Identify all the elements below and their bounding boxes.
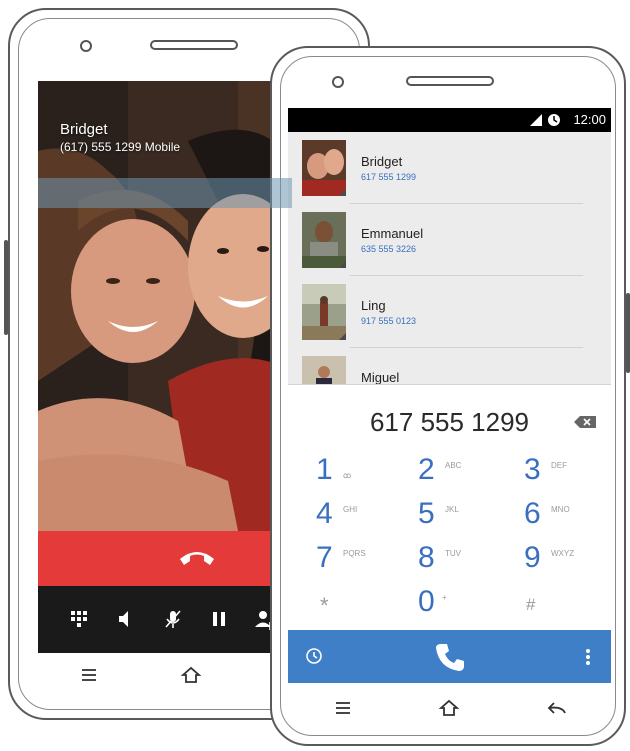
dialer-screen: 12:00 Bridget 617 555 1299 Emmanuel 635 … (288, 108, 611, 683)
caller-info-bar (38, 178, 292, 208)
in-call-screen: Bridget (617) 555 1299 Mobile (38, 81, 292, 653)
contact-phone: 617 555 1299 (361, 172, 417, 182)
key-letters: MNO (551, 505, 570, 514)
key-7[interactable]: 7 PQRS (316, 541, 406, 583)
front-camera (80, 40, 92, 52)
contact-photo (302, 284, 346, 340)
end-call-button[interactable] (38, 531, 292, 586)
contact-item[interactable]: Emmanuel 635 555 3226 (288, 204, 611, 276)
contact-name: Emmanuel (361, 226, 424, 241)
clock: 12:00 (573, 112, 606, 127)
key-digit: 4 (316, 497, 333, 530)
caller-info: Bridget (617) 555 1299 Mobile (60, 121, 180, 154)
menu-nav-icon[interactable] (332, 698, 354, 718)
call-button[interactable] (433, 640, 467, 674)
speaker-icon[interactable] (113, 608, 135, 630)
overflow-menu-icon[interactable] (585, 648, 591, 666)
front-phone: 12:00 Bridget 617 555 1299 Emmanuel 635 … (270, 46, 630, 746)
key-digit: 1 (316, 453, 333, 486)
contact-phone: 917 555 0123 (361, 316, 417, 326)
key-9[interactable]: 9 WXYZ (524, 541, 611, 583)
contact-photo (302, 140, 346, 196)
key-star[interactable]: * (320, 585, 410, 627)
contact-name: Ling (361, 298, 386, 313)
contact-item[interactable]: Miguel (288, 348, 611, 384)
key-letters: DEF (551, 461, 567, 470)
alarm-icon (548, 114, 560, 126)
key-3[interactable]: 3 DEF (524, 453, 611, 495)
key-digit: 9 (524, 541, 541, 574)
contact-photo (302, 212, 346, 268)
key-digit: # (526, 595, 536, 614)
back-nav-icon[interactable] (546, 698, 568, 718)
home-nav-icon[interactable] (438, 698, 460, 718)
quick-contact-badge (339, 261, 346, 268)
key-digit: 6 (524, 497, 541, 530)
side-button (626, 293, 630, 373)
key-letters: TUV (445, 549, 461, 558)
key-digit: * (320, 593, 329, 618)
key-digit: 2 (418, 453, 435, 486)
key-digit: 8 (418, 541, 435, 574)
mute-icon[interactable] (162, 608, 184, 630)
key-letters: + (442, 593, 447, 602)
key-hash[interactable]: # (526, 585, 611, 627)
quick-contact-badge (339, 189, 346, 196)
key-digit: 5 (418, 497, 435, 530)
key-digit: 0 (418, 585, 435, 618)
contact-phone: 635 555 3226 (361, 244, 417, 254)
caller-name: Bridget (60, 121, 108, 138)
contact-name: Bridget (361, 154, 403, 169)
call-controls (38, 586, 292, 653)
quick-contact-badge (339, 333, 346, 340)
key-letters: GHI (343, 505, 358, 514)
front-camera (332, 76, 344, 88)
key-5[interactable]: 5 JKL (418, 497, 508, 539)
dialpad: 617 555 1299 1 ꝏ 2 ABC 3 DEF 4 GHI 5 JKL… (288, 384, 611, 631)
signal-icon (530, 114, 542, 126)
key-digit: 3 (524, 453, 541, 486)
menu-nav-icon[interactable] (78, 665, 100, 685)
key-letters: WXYZ (551, 549, 575, 558)
contact-name: Miguel (361, 370, 400, 384)
key-1[interactable]: 1 ꝏ (316, 453, 406, 495)
key-0[interactable]: 0 + (418, 585, 508, 627)
side-button (4, 240, 8, 335)
key-letters: ꝏ (343, 471, 352, 480)
status-bar: 12:00 (288, 108, 611, 132)
contact-photo (302, 356, 346, 384)
backspace-icon[interactable] (573, 415, 597, 429)
history-icon[interactable] (305, 647, 323, 665)
hang-up-icon (180, 552, 214, 565)
earpiece-speaker (406, 76, 494, 86)
key-letters: ABC (445, 461, 462, 470)
pause-icon[interactable] (208, 608, 230, 630)
key-8[interactable]: 8 TUV (418, 541, 508, 583)
key-4[interactable]: 4 GHI (316, 497, 406, 539)
key-letters: JKL (445, 505, 459, 514)
dialpad-icon[interactable] (68, 608, 90, 630)
contact-list: Bridget 617 555 1299 Emmanuel 635 555 32… (288, 132, 611, 384)
key-letters: PQRS (343, 549, 366, 558)
earpiece-speaker (150, 40, 238, 50)
contact-item[interactable]: Ling 917 555 0123 (288, 276, 611, 348)
dialer-action-bar (288, 630, 611, 683)
contact-item[interactable]: Bridget 617 555 1299 (288, 132, 611, 204)
key-6[interactable]: 6 MNO (524, 497, 611, 539)
home-nav-icon[interactable] (180, 665, 202, 685)
dialed-number[interactable]: 617 555 1299 (288, 407, 611, 438)
caller-number: (617) 555 1299 Mobile (60, 140, 181, 154)
key-digit: 7 (316, 541, 333, 574)
key-2[interactable]: 2 ABC (418, 453, 508, 495)
